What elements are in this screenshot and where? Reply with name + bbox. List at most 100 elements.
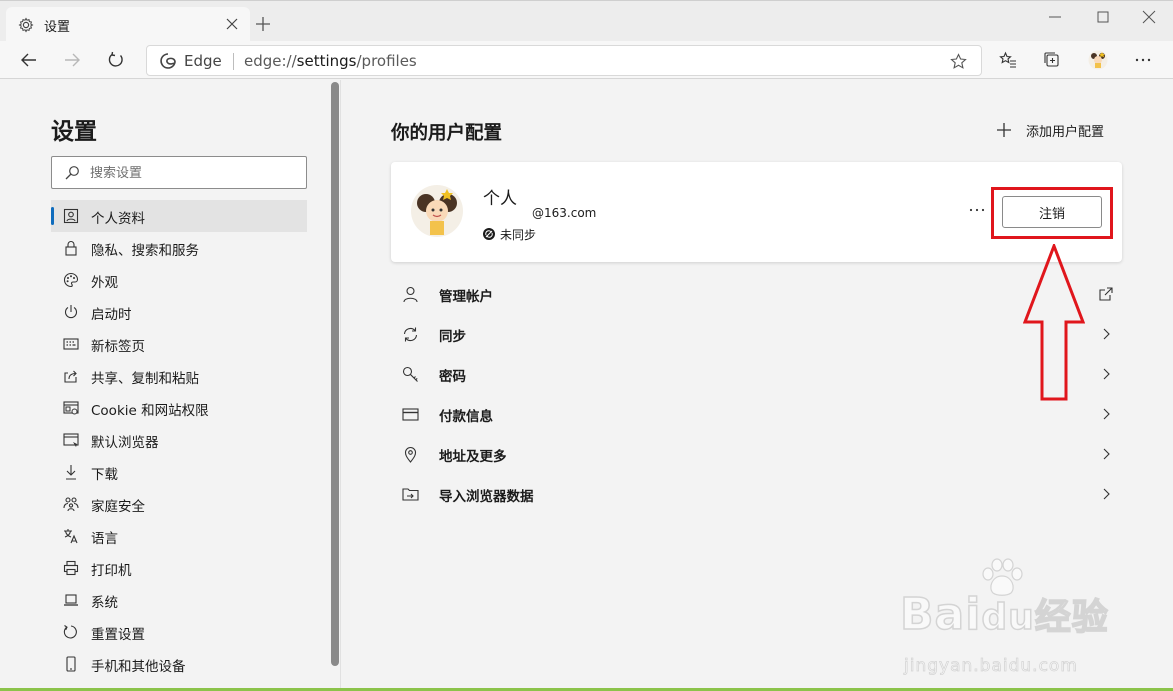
chevron-right-icon [1103, 368, 1110, 380]
sidebar-item-label: 个人资料 [91, 211, 145, 227]
forward-icon[interactable] [63, 51, 81, 69]
sidebar-item-new-tab[interactable]: 新标签页 [51, 328, 307, 360]
minimize-icon[interactable] [1047, 9, 1063, 25]
sidebar-item-label: 外观 [91, 275, 118, 291]
chevron-right-icon [1103, 488, 1110, 500]
tab-settings[interactable]: 设置 [6, 7, 250, 42]
address-bar[interactable]: Edge edge://settings/profiles [146, 45, 982, 76]
row-label: 同步 [439, 329, 466, 345]
chevron-right-icon [1103, 328, 1110, 340]
gear-icon [18, 17, 34, 33]
external-link-icon [1099, 287, 1113, 301]
toolbar: Edge edge://settings/profiles [0, 41, 1173, 79]
page-title: 你的用户配置 [391, 123, 503, 144]
watermark-subtext: jingyan.baidu.com [904, 656, 1078, 677]
sidebar-item-label: 手机和其他设备 [91, 659, 186, 675]
sidebar-item-label: 下载 [91, 467, 118, 483]
tab-title: 设置 [44, 20, 71, 35]
laptop-icon [64, 594, 78, 606]
favorites-icon[interactable] [999, 51, 1017, 69]
avatar [411, 185, 463, 237]
refresh-icon[interactable] [107, 51, 125, 69]
sidebar-item-downloads[interactable]: 下载 [51, 456, 307, 488]
close-window-icon[interactable] [1141, 9, 1157, 25]
sidebar-item-phone[interactable]: 手机和其他设备 [51, 648, 307, 680]
watermark-text: Baidu经验 [899, 588, 1109, 641]
family-icon [63, 497, 79, 512]
sidebar-item-label: 重置设置 [91, 627, 145, 643]
share-icon [64, 370, 77, 383]
close-tab-icon[interactable] [224, 16, 240, 32]
row-label: 付款信息 [439, 409, 493, 425]
grid-icon [63, 338, 79, 350]
phone-icon [66, 656, 76, 672]
profile-avatar-icon[interactable] [1088, 50, 1108, 70]
palette-icon [63, 272, 79, 288]
add-profile-label: 添加用户配置 [1026, 125, 1105, 140]
plus-icon [997, 123, 1011, 137]
sidebar-item-share[interactable]: 共享、复制和粘贴 [51, 360, 307, 392]
row-label: 地址及更多 [439, 449, 507, 465]
sidebar-item-label: 默认浏览器 [91, 435, 159, 451]
row-payment-info[interactable]: 付款信息 [391, 394, 1122, 434]
url-text[interactable]: edge://settings/profiles [244, 52, 417, 70]
sidebar-item-family[interactable]: 家庭安全 [51, 488, 307, 520]
key-icon [402, 366, 418, 382]
profile-name: 个人 [483, 189, 517, 209]
sidebar-item-privacy[interactable]: 隐私、搜索和服务 [51, 232, 307, 264]
sidebar-item-startup[interactable]: 启动时 [51, 296, 307, 328]
person-icon [403, 286, 418, 303]
address-separator [233, 53, 234, 70]
row-passwords[interactable]: 密码 [391, 354, 1122, 394]
sync-icon [403, 327, 418, 342]
search-input[interactable] [90, 163, 300, 183]
sidebar-item-label: 启动时 [91, 307, 132, 323]
collections-icon[interactable] [1043, 51, 1061, 69]
lock-icon [65, 241, 77, 256]
row-label: 管理帐户 [439, 289, 493, 305]
profile-email: @163.com [532, 206, 597, 220]
row-label: 导入浏览器数据 [439, 489, 534, 505]
favorite-star-icon[interactable] [950, 53, 967, 70]
location-icon [404, 447, 417, 463]
search-icon [65, 166, 79, 180]
site-permissions-icon [63, 401, 79, 415]
profile-more-icon[interactable] [967, 200, 987, 220]
sync-status: 未同步 [500, 228, 537, 242]
back-icon[interactable] [20, 51, 38, 69]
sidebar-item-reset[interactable]: 重置设置 [51, 616, 307, 648]
sidebar-item-label: 家庭安全 [91, 499, 145, 515]
sign-out-button[interactable]: 注销 [1002, 196, 1102, 228]
sidebar-item-printers[interactable]: 打印机 [51, 552, 307, 584]
row-sync[interactable]: 同步 [391, 314, 1122, 354]
baidu-watermark: Baidu经验 jingyan.baidu.com [899, 558, 1120, 688]
more-options-icon[interactable] [1134, 51, 1152, 69]
power-icon [64, 305, 78, 319]
sidebar-scrollbar[interactable] [331, 82, 339, 666]
printer-icon [63, 560, 79, 576]
new-tab-icon[interactable] [254, 15, 272, 33]
sidebar-item-default-browser[interactable]: 默认浏览器 [51, 424, 307, 456]
tab-strip: 设置 [0, 0, 1173, 42]
avatar-cartoon-icon [417, 189, 457, 235]
profile-card: 个人 @163.com 未同步 注销 [391, 162, 1122, 262]
profiles-panel: 你的用户配置 添加用户配置 个人 @163.com 未同步 注销 管理帐户 同步… [342, 80, 1173, 691]
chevron-right-icon [1103, 448, 1110, 460]
reset-icon [63, 625, 77, 639]
sidebar-item-appearance[interactable]: 外观 [51, 264, 307, 296]
profile-icon [63, 208, 79, 224]
language-icon [64, 529, 78, 544]
row-label: 密码 [439, 369, 466, 385]
search-box[interactable] [51, 156, 307, 189]
sidebar-item-site-permissions[interactable]: Cookie 和网站权限 [51, 392, 307, 424]
row-import-data[interactable]: 导入浏览器数据 [391, 474, 1122, 514]
row-addresses[interactable]: 地址及更多 [391, 434, 1122, 474]
sidebar-item-language[interactable]: 语言 [51, 520, 307, 552]
row-manage-account[interactable]: 管理帐户 [391, 274, 1122, 314]
sidebar-item-profiles[interactable]: 个人资料 [51, 200, 307, 232]
sidebar-item-system[interactable]: 系统 [51, 584, 307, 616]
sidebar-item-label: 打印机 [91, 563, 132, 579]
download-icon [66, 465, 76, 480]
maximize-icon[interactable] [1095, 9, 1111, 25]
sidebar-item-label: 共享、复制和粘贴 [91, 371, 199, 387]
